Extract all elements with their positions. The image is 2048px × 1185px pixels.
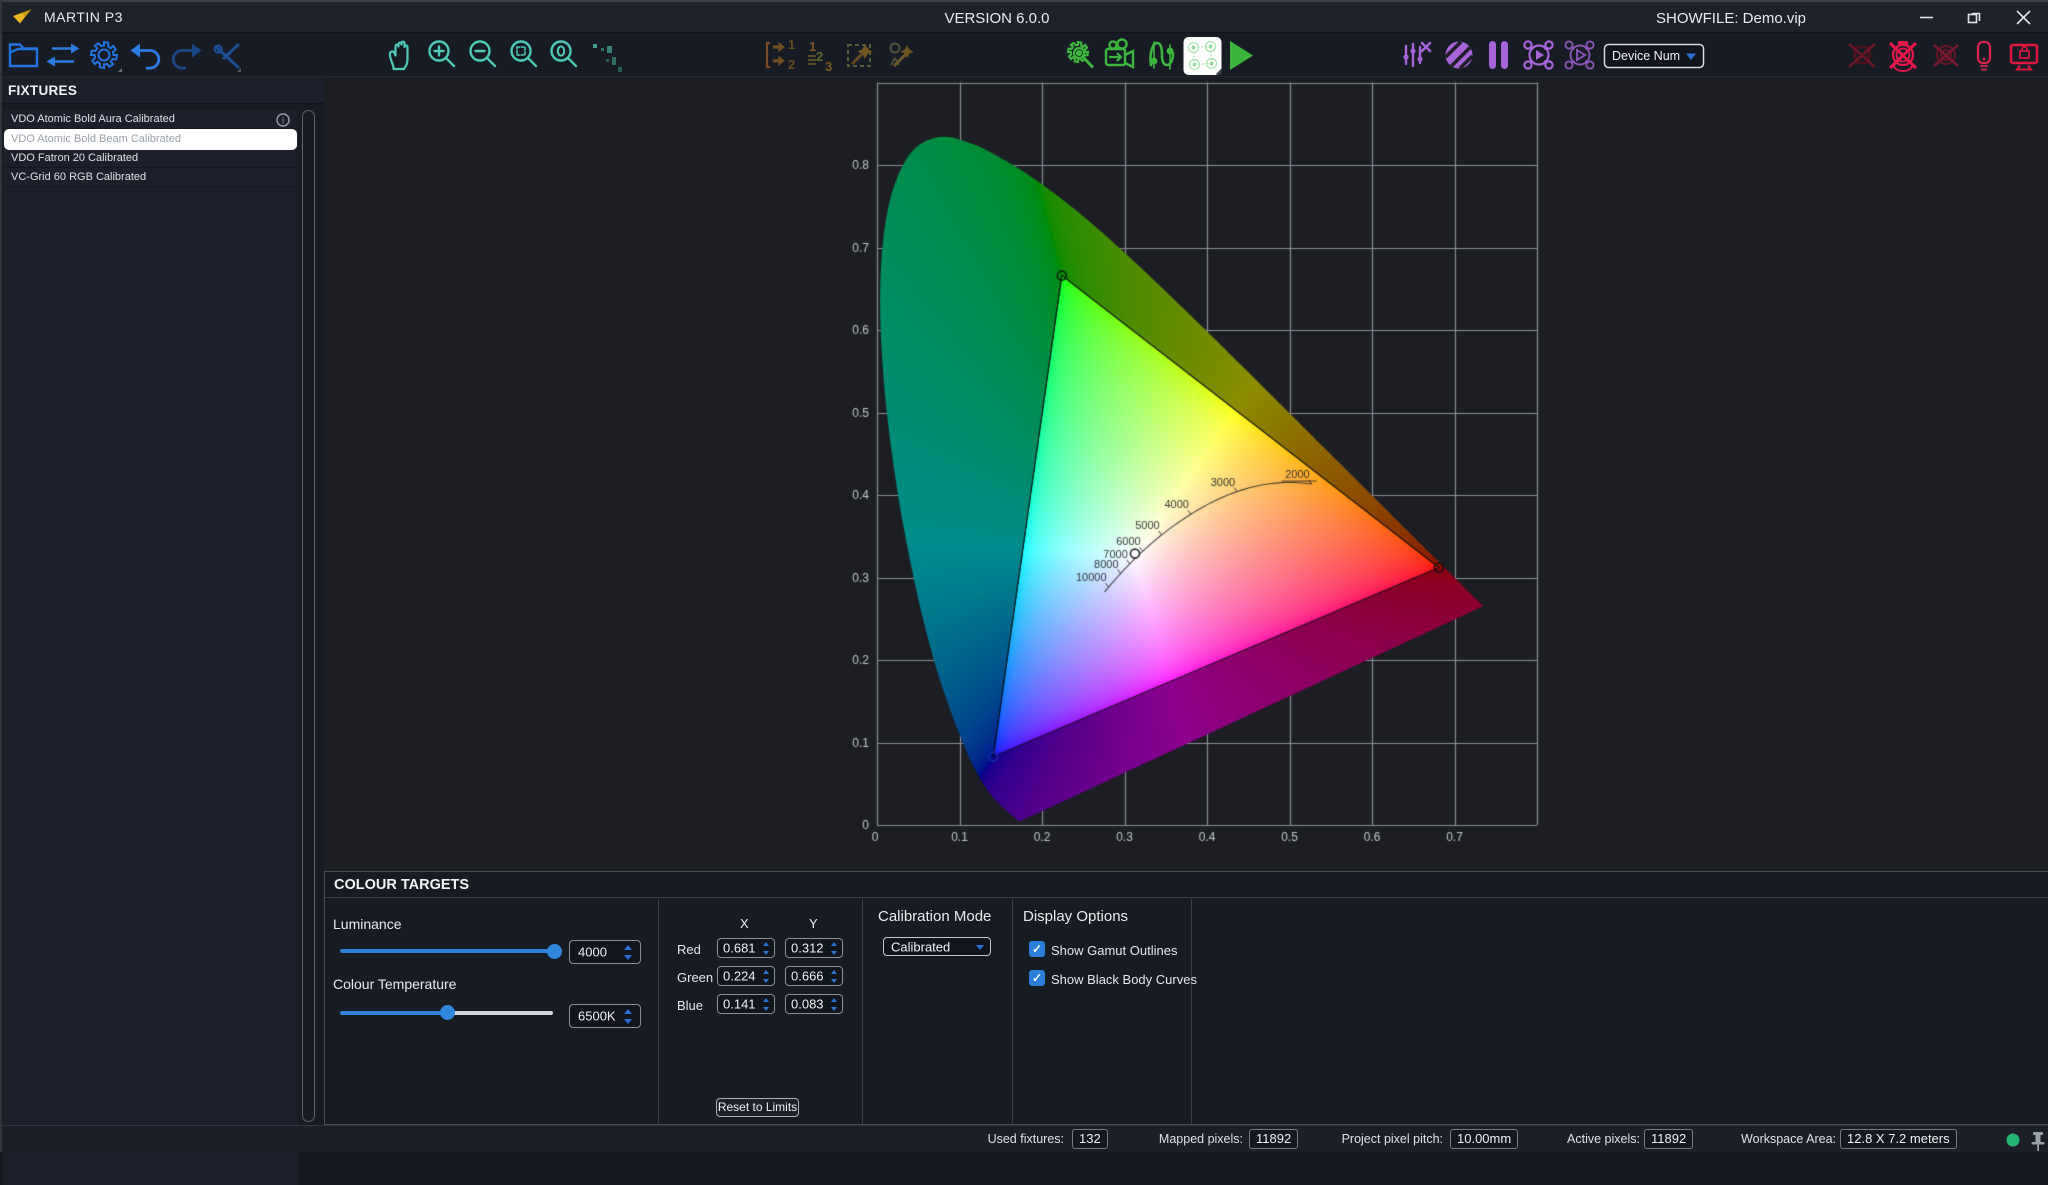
svg-text:MARTIN P3: MARTIN P3 — [44, 9, 123, 25]
svg-text:2: 2 — [816, 49, 823, 64]
svg-text:3: 3 — [825, 59, 832, 74]
svg-text:2: 2 — [788, 57, 795, 72]
svg-text:SHOWFILE: Demo.vip: SHOWFILE: Demo.vip — [1656, 10, 1806, 27]
svg-text:1: 1 — [788, 37, 795, 52]
svg-text:i: i — [282, 116, 284, 126]
svg-text:VERSION 6.0.0: VERSION 6.0.0 — [944, 10, 1049, 27]
svg-text:Device Num: Device Num — [1612, 49, 1680, 63]
